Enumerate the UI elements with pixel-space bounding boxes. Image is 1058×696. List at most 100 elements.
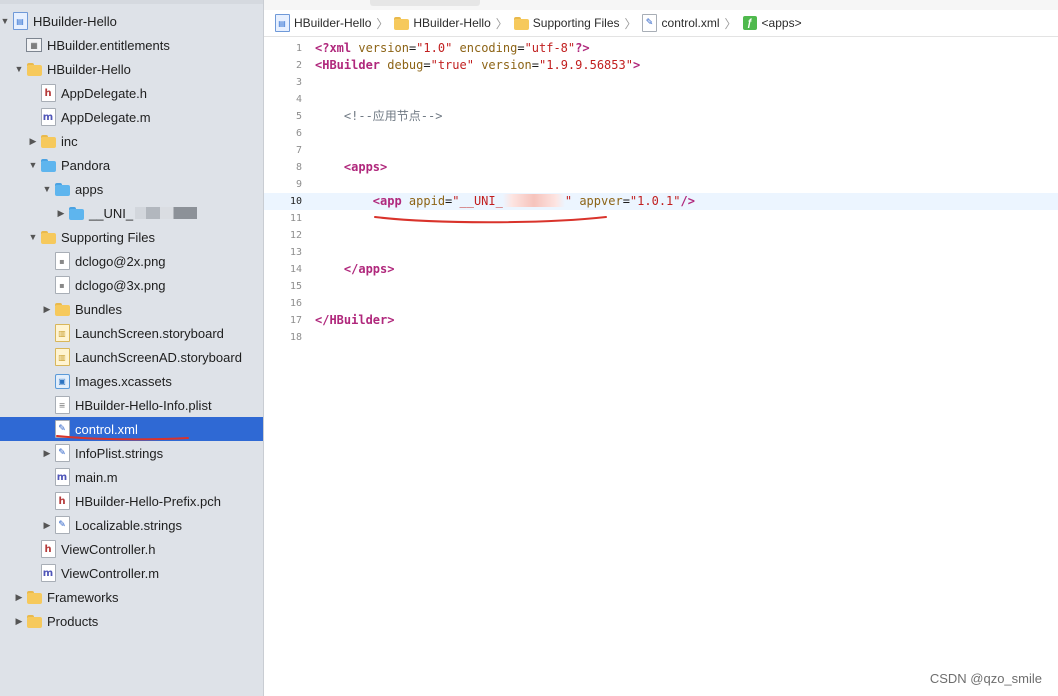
navigator-item-label: HBuilder-Hello [33,13,117,29]
file-dclogo-2x[interactable]: ▪ dclogo@2x.png [0,249,263,273]
group-bundles[interactable]: ▶ Bundles [0,297,263,321]
breadcrumb-item[interactable]: ƒ <apps> [742,15,802,31]
objc-file-icon: m [54,468,70,486]
file-launchscreen-ad[interactable]: ▥ LaunchScreenAD.storyboard [0,345,263,369]
no-disclosure [42,470,52,484]
breadcrumb-item[interactable]: ▤ HBuilder-Hello [274,14,372,32]
group-uni-app[interactable]: ▶ __UNI_ [0,201,263,225]
file-localizable-strings[interactable]: ▶ ✎ Localizable.strings [0,513,263,537]
code-line[interactable]: 18 [264,329,1058,346]
code-line[interactable]: 2 <HBuilder debug="true" version="1.9.9.5… [264,57,1058,74]
header-file-icon: h [40,540,56,558]
group-hbuilder-hello[interactable]: ▼ HBuilder-Hello [0,57,263,81]
disclosure-right-icon[interactable]: ▶ [28,134,38,148]
code-line[interactable]: 15 [264,278,1058,295]
no-disclosure [28,110,38,124]
project-root[interactable]: ▼ ▤ HBuilder-Hello [0,9,263,33]
disclosure-right-icon[interactable]: ▶ [14,590,24,604]
disclosure-down-icon[interactable]: ▼ [0,14,10,28]
code-line[interactable]: 12 [264,227,1058,244]
breadcrumb-label: HBuilder-Hello [413,16,491,30]
disclosure-right-icon[interactable]: ▶ [42,302,52,316]
file-viewcontroller-m[interactable]: m ViewController.m [0,561,263,585]
file-images-xcassets[interactable]: ▣ Images.xcassets [0,369,263,393]
breadcrumb-item[interactable]: Supporting Files [513,15,620,31]
plist-file-icon: ≡ [54,396,70,414]
breadcrumb-separator-icon: 〉 [724,16,737,31]
navigator-item-label: LaunchScreenAD.storyboard [75,349,242,365]
disclosure-down-icon[interactable]: ▼ [14,62,24,76]
code-line[interactable]: 13 [264,244,1058,261]
xml-file-icon: ✎ [642,14,658,32]
storyboard-file-icon: ▥ [54,348,70,366]
disclosure-right-icon[interactable]: ▶ [56,206,66,220]
group-frameworks[interactable]: ▶ Frameworks [0,585,263,609]
watermark-text: CSDN @qzo_smile [929,671,1042,686]
navigator-item-label: LaunchScreen.storyboard [75,325,224,341]
line-number: 15 [289,281,302,292]
breadcrumb-label: HBuilder-Hello [294,16,372,30]
file-appdelegate-h[interactable]: h AppDelegate.h [0,81,263,105]
no-disclosure [28,86,38,100]
file-viewcontroller-h[interactable]: h ViewController.h [0,537,263,561]
disclosure-down-icon[interactable]: ▼ [28,230,38,244]
code-line[interactable]: 16 [264,295,1058,312]
code-line[interactable]: 6 [264,125,1058,142]
disclosure-down-icon[interactable]: ▼ [28,158,38,172]
token-tag: </HBuilder> [315,313,395,327]
group-apps[interactable]: ▼ apps [0,177,263,201]
disclosure-right-icon[interactable]: ▶ [14,614,24,628]
navigator-item-label: HBuilder-Hello-Info.plist [75,397,212,413]
code-line[interactable]: 14 </apps> [264,261,1058,278]
line-number: 2 [295,60,302,71]
group-supporting-files[interactable]: ▼ Supporting Files [0,225,263,249]
code-line[interactable]: 3 [264,74,1058,91]
code-line[interactable]: 7 [264,142,1058,159]
navigator-item-label: Bundles [75,301,122,317]
disclosure-down-icon[interactable]: ▼ [42,182,52,196]
disclosure-right-icon[interactable]: ▶ [42,518,52,532]
code-line[interactable]: 9 [264,176,1058,193]
breadcrumb-item[interactable]: ✎ control.xml [642,14,720,32]
navigator-item-label: ViewController.m [61,565,160,581]
objc-file-icon: m [40,564,56,582]
file-infoplist-strings[interactable]: ▶ ✎ InfoPlist.strings [0,441,263,465]
file-appdelegate-m[interactable]: m AppDelegate.m [0,105,263,129]
code-line[interactable]: 1 <?xml version="1.0" encoding="utf-8"?> [264,40,1058,57]
redacted-value [502,194,565,207]
code-line[interactable]: 17 </HBuilder> [264,312,1058,329]
token-attr: appver [579,194,623,208]
disclosure-right-icon[interactable]: ▶ [42,446,52,460]
group-inc[interactable]: ▶ inc [0,129,263,153]
file-launchscreen[interactable]: ▥ LaunchScreen.storyboard [0,321,263,345]
group-products[interactable]: ▶ Products [0,609,263,633]
file-dclogo-3x[interactable]: ▪ dclogo@3x.png [0,273,263,297]
folder-icon [26,613,42,629]
file-entitlements[interactable]: ▦ HBuilder.entitlements [0,33,263,57]
code-line[interactable]: 8 <apps> [264,159,1058,176]
folder-icon [40,229,56,245]
file-main-m[interactable]: m main.m [0,465,263,489]
group-pandora[interactable]: ▼ Pandora [0,153,263,177]
code-line[interactable]: 10 <app appid="__UNI_ " appver="1.0.1"/> [264,193,1058,210]
token-tag: <apps> [343,160,388,174]
line-number: 9 [295,179,302,190]
folder-icon [513,15,529,31]
no-disclosure [42,254,52,268]
code-line[interactable]: 4 [264,91,1058,108]
breadcrumb-item[interactable]: HBuilder-Hello [393,15,491,31]
file-prefix-pch[interactable]: h HBuilder-Hello-Prefix.pch [0,489,263,513]
code-line[interactable]: 5 <!--应用节点--> [264,108,1058,125]
navigator-item-label: Frameworks [47,589,119,605]
file-info-plist[interactable]: ≡ HBuilder-Hello-Info.plist [0,393,263,417]
code-editor[interactable]: 1 <?xml version="1.0" encoding="utf-8"?> 2… [264,40,1058,346]
navigator-item-label: InfoPlist.strings [75,445,164,461]
editor-tab-bar [264,0,1058,10]
code-annotation-underline [374,216,607,224]
line-number: 11 [289,213,302,224]
